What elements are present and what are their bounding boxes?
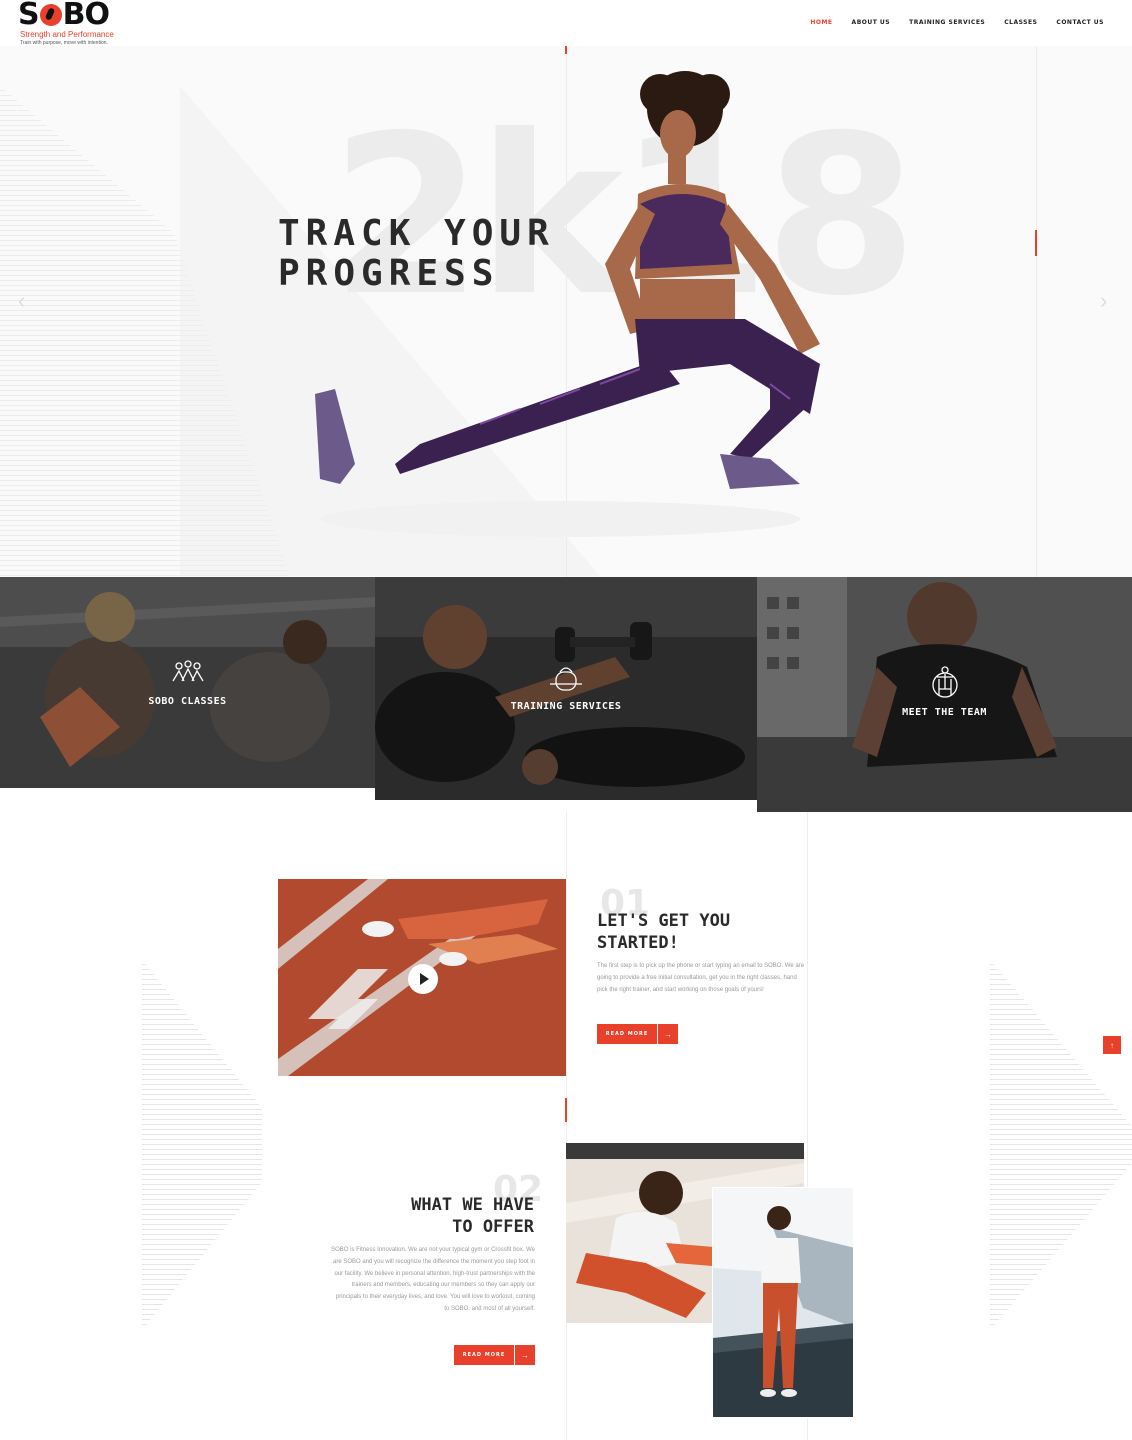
person-icon [931, 666, 958, 698]
tile-training-services[interactable]: TRAINING SERVICES [375, 577, 757, 800]
tile-label: TRAINING SERVICES [510, 701, 622, 712]
kettlebell-icon [550, 667, 582, 691]
offer-photo-standing [712, 1187, 854, 1418]
arrow-up-icon: ↑ [1110, 1040, 1114, 1050]
chevron-right-icon[interactable]: › [1100, 290, 1114, 312]
nav-classes[interactable]: CLASSES [1004, 19, 1037, 26]
accent-mark [1035, 230, 1037, 256]
main-nav: HOME ABOUT US TRAINING SERVICES CLASSES … [810, 19, 1104, 26]
logo[interactable]: S BO Strength and Performance Train with … [18, 0, 138, 46]
section-title: WHAT WE HAVE TO OFFER [411, 1195, 534, 1237]
nav-home[interactable]: HOME [810, 19, 832, 26]
arrow-right-icon: → [658, 1024, 678, 1044]
left-stripe-pattern [142, 960, 262, 1330]
tile-sobo-classes[interactable]: SOBO CLASSES [0, 577, 375, 788]
hero-title: TRACK YOUR PROGRESS [278, 213, 555, 294]
video-thumbnail[interactable] [278, 879, 566, 1076]
chevron-left-icon[interactable]: ‹ [18, 290, 32, 312]
read-more-button[interactable]: READ MORE → [597, 1024, 678, 1044]
tile-meet-the-team[interactable]: MEET THE TEAM [757, 577, 1132, 812]
site-header: S BO Strength and Performance Train with … [0, 0, 1132, 46]
tile-label: MEET THE TEAM [902, 707, 987, 718]
logo-wordmark: S BO [18, 0, 110, 32]
play-icon[interactable] [408, 964, 438, 994]
nav-about-us[interactable]: ABOUT US [852, 19, 891, 26]
scroll-to-top-button[interactable]: ↑ [1103, 1036, 1121, 1054]
hero-athlete-image [315, 71, 820, 537]
read-more-label: READ MORE [454, 1345, 514, 1365]
logo-tagline: Strength and Performance [20, 30, 114, 39]
nav-contact-us[interactable]: CONTACT US [1056, 19, 1104, 26]
tile-label: SOBO CLASSES [148, 696, 227, 707]
right-stripe-pattern [990, 960, 1132, 1330]
section-body: The first step is to pick up the phone o… [597, 963, 804, 993]
accent-mark [565, 46, 567, 54]
read-more-button[interactable]: READ MORE → [454, 1345, 535, 1365]
section-body: SOBO is Fitness Innovation. We are not y… [331, 1247, 535, 1312]
read-more-label: READ MORE [597, 1024, 657, 1044]
grid-line [566, 812, 567, 1440]
group-people-icon [171, 660, 204, 682]
section-title: LET'S GET YOU STARTED! [597, 911, 731, 953]
arrow-right-icon: → [515, 1345, 535, 1365]
grid-line [1036, 46, 1037, 577]
nav-training-services[interactable]: TRAINING SERVICES [909, 19, 985, 26]
logo-subtitle: Train with purpose, move with intention. [20, 40, 108, 46]
hero-slider: 2k18 TRACK YOUR PROGRESS ‹ › [0, 46, 1132, 577]
logo-runner-icon [39, 4, 62, 26]
accent-mark [565, 1098, 567, 1122]
